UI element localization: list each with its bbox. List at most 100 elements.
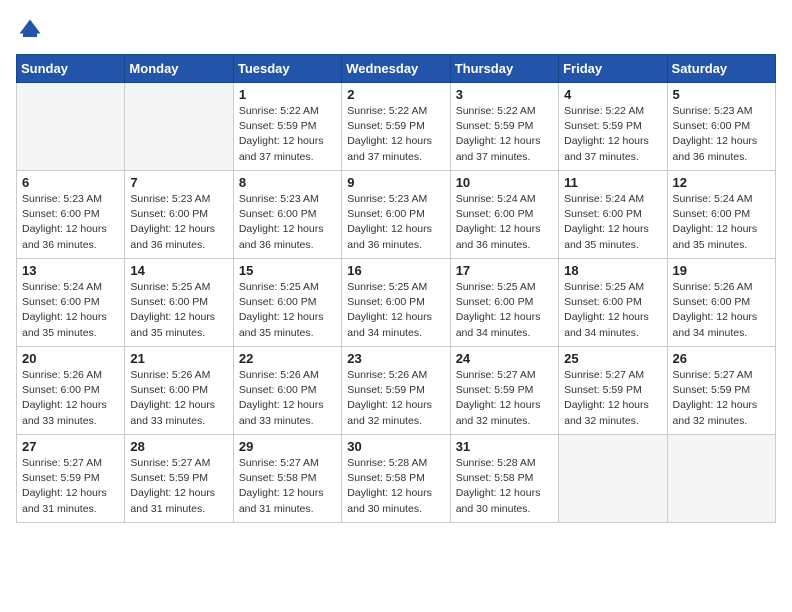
day-number: 18 (564, 263, 661, 278)
calendar-cell: 3Sunrise: 5:22 AM Sunset: 5:59 PM Daylig… (450, 83, 558, 171)
weekday-header: Wednesday (342, 55, 450, 83)
calendar-cell (559, 435, 667, 523)
day-info: Sunrise: 5:22 AM Sunset: 5:59 PM Dayligh… (564, 104, 661, 165)
calendar-cell: 25Sunrise: 5:27 AM Sunset: 5:59 PM Dayli… (559, 347, 667, 435)
day-info: Sunrise: 5:25 AM Sunset: 6:00 PM Dayligh… (564, 280, 661, 341)
calendar-cell: 14 Sunrise: 5:25 AM Sunset: 6:00 PM Dayli… (125, 259, 233, 347)
calendar-cell: 11 Sunrise: 5:24 AM Sunset: 6:00 PM Dayli… (559, 171, 667, 259)
calendar-cell (125, 83, 233, 171)
day-info: Sunrise: 5:26 AM Sunset: 6:00 PM Dayligh… (239, 368, 336, 429)
calendar-cell (667, 435, 775, 523)
weekday-header: Thursday (450, 55, 558, 83)
day-number: 29 (239, 439, 336, 454)
weekday-header: Friday (559, 55, 667, 83)
calendar-cell: 16 Sunrise: 5:25 AM Sunset: 6:00 PM Dayli… (342, 259, 450, 347)
weekday-header: Tuesday (233, 55, 341, 83)
day-info: Sunrise: 5:26 AM Sunset: 6:00 PM Dayligh… (673, 280, 770, 341)
calendar-cell: 6 Sunrise: 5:23 AM Sunset: 6:00 PM Daylig… (17, 171, 125, 259)
calendar-cell: 10 Sunrise: 5:24 AM Sunset: 6:00 PM Dayli… (450, 171, 558, 259)
day-number: 12 (673, 175, 770, 190)
calendar-cell (17, 83, 125, 171)
day-number: 17 (456, 263, 553, 278)
calendar-cell: 8 Sunrise: 5:23 AM Sunset: 6:00 PM Daylig… (233, 171, 341, 259)
page-header (16, 16, 776, 44)
day-number: 30 (347, 439, 444, 454)
day-number: 8 (239, 175, 336, 190)
day-info: Sunrise: 5:23 AM Sunset: 6:00 PM Dayligh… (130, 192, 227, 253)
day-number: 3 (456, 87, 553, 102)
calendar-cell: 24 Sunrise: 5:27 AM Sunset: 5:59 PM Dayli… (450, 347, 558, 435)
day-info: Sunrise: 5:24 AM Sunset: 6:00 PM Dayligh… (564, 192, 661, 253)
day-number: 1 (239, 87, 336, 102)
day-info: Sunrise: 5:27 AM Sunset: 5:59 PM Dayligh… (130, 456, 227, 517)
day-number: 9 (347, 175, 444, 190)
day-number: 15 (239, 263, 336, 278)
calendar-cell: 13 Sunrise: 5:24 AM Sunset: 6:00 PM Dayli… (17, 259, 125, 347)
day-info: Sunrise: 5:25 AM Sunset: 6:00 PM Dayligh… (239, 280, 336, 341)
day-number: 14 (130, 263, 227, 278)
calendar-cell: 19 Sunrise: 5:26 AM Sunset: 6:00 PM Dayli… (667, 259, 775, 347)
calendar-cell: 17Sunrise: 5:25 AM Sunset: 6:00 PM Dayli… (450, 259, 558, 347)
weekday-header: Monday (125, 55, 233, 83)
calendar-cell: 28 Sunrise: 5:27 AM Sunset: 5:59 PM Dayli… (125, 435, 233, 523)
day-info: Sunrise: 5:23 AM Sunset: 6:00 PM Dayligh… (22, 192, 119, 253)
calendar-cell: 5 Sunrise: 5:23 AM Sunset: 6:00 PM Daylig… (667, 83, 775, 171)
calendar-cell: 18 Sunrise: 5:25 AM Sunset: 6:00 PM Dayli… (559, 259, 667, 347)
day-info: Sunrise: 5:26 AM Sunset: 6:00 PM Dayligh… (22, 368, 119, 429)
day-number: 4 (564, 87, 661, 102)
day-info: Sunrise: 5:26 AM Sunset: 5:59 PM Dayligh… (347, 368, 444, 429)
calendar-cell: 31 Sunrise: 5:28 AM Sunset: 5:58 PM Dayli… (450, 435, 558, 523)
day-info: Sunrise: 5:27 AM Sunset: 5:59 PM Dayligh… (456, 368, 553, 429)
calendar-cell: 12 Sunrise: 5:24 AM Sunset: 6:00 PM Dayli… (667, 171, 775, 259)
day-number: 2 (347, 87, 444, 102)
day-info: Sunrise: 5:24 AM Sunset: 6:00 PM Dayligh… (673, 192, 770, 253)
calendar-cell: 20 Sunrise: 5:26 AM Sunset: 6:00 PM Dayli… (17, 347, 125, 435)
calendar-header: SundayMondayTuesdayWednesdayThursdayFrid… (17, 55, 776, 83)
logo-icon (16, 16, 44, 44)
calendar-cell: 21 Sunrise: 5:26 AM Sunset: 6:00 PM Dayli… (125, 347, 233, 435)
day-number: 11 (564, 175, 661, 190)
day-number: 23 (347, 351, 444, 366)
day-info: Sunrise: 5:26 AM Sunset: 6:00 PM Dayligh… (130, 368, 227, 429)
day-number: 31 (456, 439, 553, 454)
day-number: 22 (239, 351, 336, 366)
day-number: 5 (673, 87, 770, 102)
day-number: 6 (22, 175, 119, 190)
day-number: 21 (130, 351, 227, 366)
day-info: Sunrise: 5:28 AM Sunset: 5:58 PM Dayligh… (456, 456, 553, 517)
day-info: Sunrise: 5:23 AM Sunset: 6:00 PM Dayligh… (347, 192, 444, 253)
day-info: Sunrise: 5:22 AM Sunset: 5:59 PM Dayligh… (239, 104, 336, 165)
day-number: 13 (22, 263, 119, 278)
calendar-cell: 2Sunrise: 5:22 AM Sunset: 5:59 PM Daylig… (342, 83, 450, 171)
day-number: 27 (22, 439, 119, 454)
day-number: 20 (22, 351, 119, 366)
calendar: SundayMondayTuesdayWednesdayThursdayFrid… (16, 54, 776, 523)
logo (16, 16, 48, 44)
day-number: 28 (130, 439, 227, 454)
day-number: 7 (130, 175, 227, 190)
day-number: 10 (456, 175, 553, 190)
weekday-header: Saturday (667, 55, 775, 83)
calendar-cell: 30 Sunrise: 5:28 AM Sunset: 5:58 PM Dayli… (342, 435, 450, 523)
calendar-cell: 23 Sunrise: 5:26 AM Sunset: 5:59 PM Dayli… (342, 347, 450, 435)
day-number: 19 (673, 263, 770, 278)
day-info: Sunrise: 5:25 AM Sunset: 6:00 PM Dayligh… (130, 280, 227, 341)
calendar-cell: 22 Sunrise: 5:26 AM Sunset: 6:00 PM Dayli… (233, 347, 341, 435)
day-number: 16 (347, 263, 444, 278)
calendar-cell: 9 Sunrise: 5:23 AM Sunset: 6:00 PM Daylig… (342, 171, 450, 259)
day-info: Sunrise: 5:25 AM Sunset: 6:00 PM Dayligh… (347, 280, 444, 341)
day-info: Sunrise: 5:27 AM Sunset: 5:59 PM Dayligh… (564, 368, 661, 429)
calendar-cell: 26 Sunrise: 5:27 AM Sunset: 5:59 PM Dayli… (667, 347, 775, 435)
day-info: Sunrise: 5:24 AM Sunset: 6:00 PM Dayligh… (22, 280, 119, 341)
day-info: Sunrise: 5:27 AM Sunset: 5:59 PM Dayligh… (673, 368, 770, 429)
day-number: 26 (673, 351, 770, 366)
day-info: Sunrise: 5:23 AM Sunset: 6:00 PM Dayligh… (673, 104, 770, 165)
calendar-cell: 4 Sunrise: 5:22 AM Sunset: 5:59 PM Daylig… (559, 83, 667, 171)
day-info: Sunrise: 5:27 AM Sunset: 5:59 PM Dayligh… (22, 456, 119, 517)
calendar-cell: 15 Sunrise: 5:25 AM Sunset: 6:00 PM Dayli… (233, 259, 341, 347)
day-info: Sunrise: 5:28 AM Sunset: 5:58 PM Dayligh… (347, 456, 444, 517)
day-number: 24 (456, 351, 553, 366)
day-info: Sunrise: 5:27 AM Sunset: 5:58 PM Dayligh… (239, 456, 336, 517)
day-info: Sunrise: 5:24 AM Sunset: 6:00 PM Dayligh… (456, 192, 553, 253)
day-info: Sunrise: 5:23 AM Sunset: 6:00 PM Dayligh… (239, 192, 336, 253)
